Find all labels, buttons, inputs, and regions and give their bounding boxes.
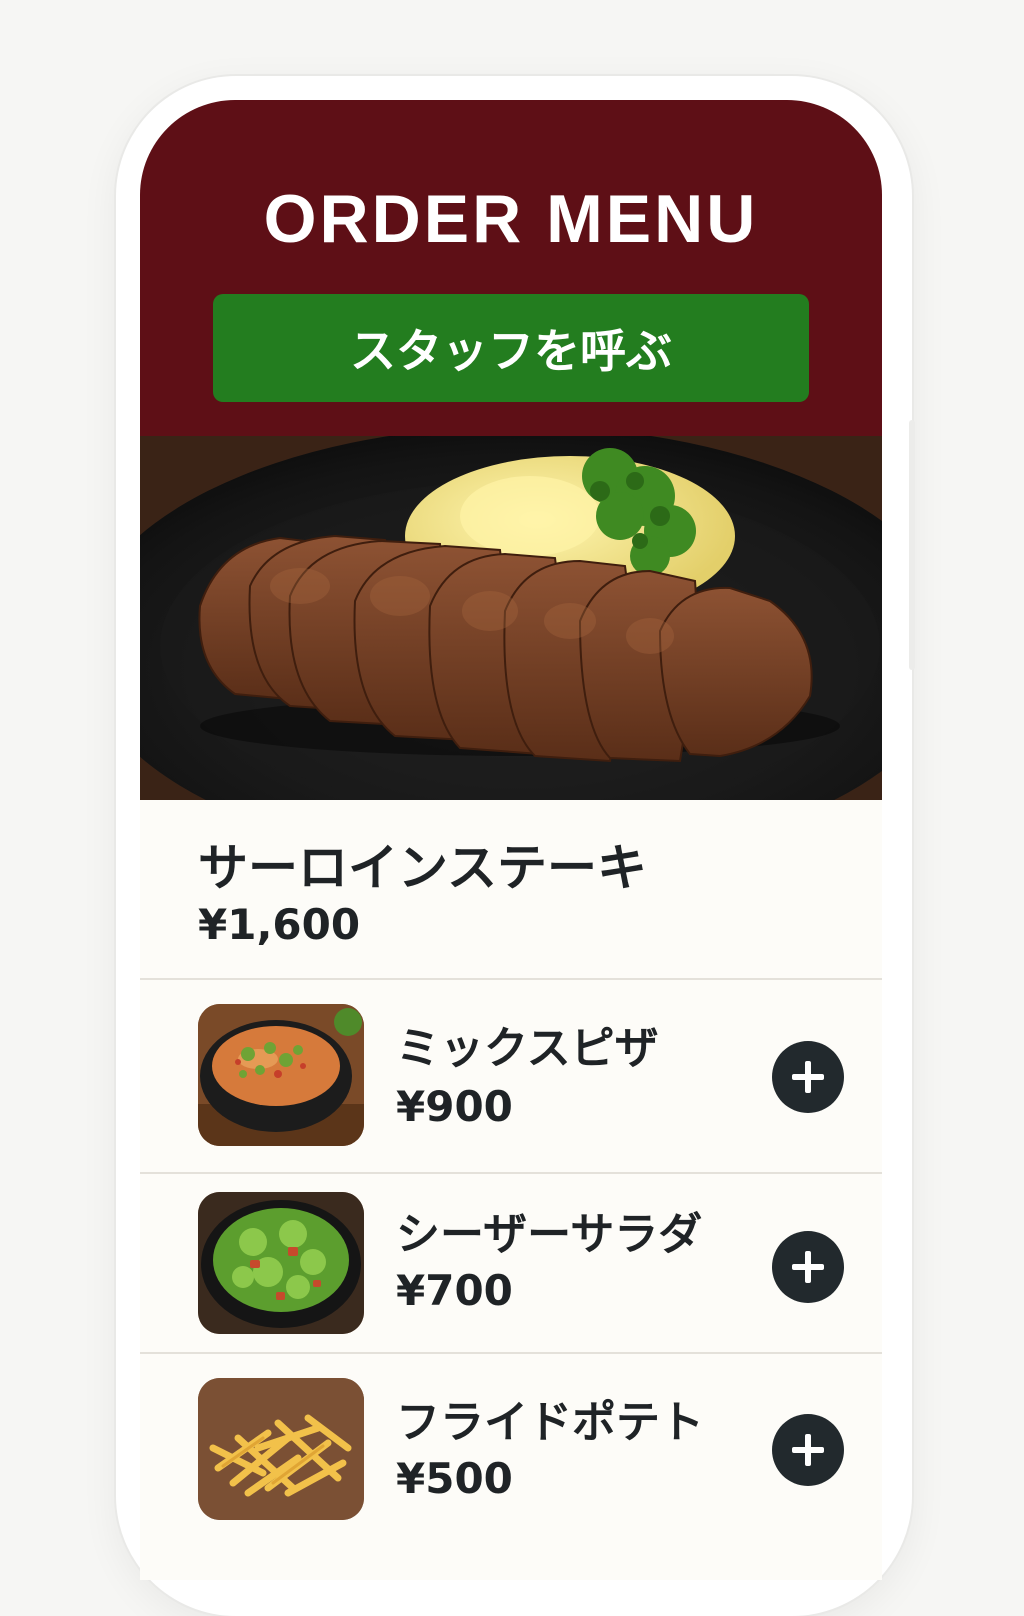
menu-item-french-fries[interactable]: フライドポテト ¥500	[140, 1354, 882, 1534]
add-to-order-button[interactable]	[772, 1231, 844, 1303]
plus-icon	[792, 1061, 824, 1093]
app-screen: ORDER MENU スタッフを呼ぶ サーロインステーキ ¥1,600 ミックス…	[140, 100, 882, 1580]
french-fries-image	[198, 1378, 364, 1520]
menu-item-caesar-salad[interactable]: シーザーサラダ ¥700	[140, 1174, 882, 1354]
menu-item-price: ¥500	[396, 1454, 513, 1503]
add-to-order-button[interactable]	[772, 1041, 844, 1113]
featured-item-name: サーロインステーキ	[198, 839, 647, 897]
featured-item[interactable]: サーロインステーキ ¥1,600	[140, 800, 882, 980]
menu-item-price: ¥900	[396, 1082, 513, 1131]
menu-item-price: ¥700	[396, 1266, 513, 1315]
header: ORDER MENU スタッフを呼ぶ	[140, 100, 882, 436]
featured-image	[140, 436, 882, 800]
plus-icon	[792, 1434, 824, 1466]
add-to-order-button[interactable]	[772, 1414, 844, 1486]
steak-photo	[140, 436, 882, 800]
call-staff-button[interactable]: スタッフを呼ぶ	[213, 294, 809, 402]
menu-item-name: フライドポテト	[396, 1397, 704, 1448]
menu-item-name: シーザーサラダ	[396, 1209, 703, 1260]
featured-item-price: ¥1,600	[198, 900, 361, 949]
menu-item-name: ミックスピザ	[396, 1023, 659, 1074]
page-title: ORDER MENU	[263, 181, 759, 257]
phone-side-button	[909, 420, 915, 670]
caesar-salad-image	[198, 1192, 364, 1334]
mixed-pizza-image	[198, 1004, 364, 1146]
plus-icon	[792, 1251, 824, 1283]
menu-item-mixed-pizza[interactable]: ミックスピザ ¥900	[140, 980, 882, 1174]
